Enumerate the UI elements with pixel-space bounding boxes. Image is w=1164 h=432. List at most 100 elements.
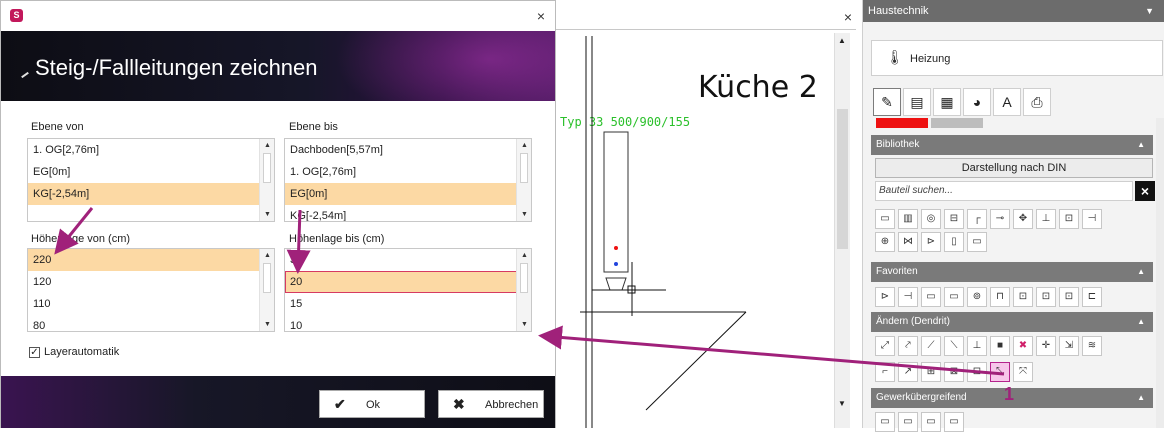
tool-icon[interactable]: ▭: [944, 412, 964, 432]
split-icon[interactable]: ⟋: [921, 336, 941, 356]
list-item[interactable]: 1. OG[2,76m]: [285, 161, 531, 183]
list-item[interactable]: 10: [285, 315, 531, 331]
list-item[interactable]: EG[0m]: [28, 161, 274, 183]
list-item[interactable]: 15: [285, 293, 531, 315]
color-swatch-gray[interactable]: [931, 118, 983, 128]
section-bibliothek[interactable]: Bibliothek ▲: [871, 135, 1153, 155]
din-display-button[interactable]: Darstellung nach DIN: [875, 158, 1153, 178]
rectangle-symbol-icon[interactable]: ▭: [967, 232, 987, 252]
collapse-icon[interactable]: ▲: [1137, 312, 1145, 332]
discipline-select[interactable]: 🌡 Heizung: [871, 40, 1163, 76]
extend-line-icon[interactable]: ⤢: [875, 336, 895, 356]
add-segment-icon[interactable]: ⊞: [921, 362, 941, 382]
connect-icon[interactable]: ⤤: [898, 336, 918, 356]
valve-symbol-icon[interactable]: ⊸: [990, 209, 1010, 229]
text-style-icon[interactable]: A: [993, 88, 1021, 116]
calculator-icon[interactable]: ▦: [933, 88, 961, 116]
search-clear-icon[interactable]: ×: [1135, 181, 1155, 201]
reducer-symbol-icon[interactable]: ⊳: [875, 287, 895, 307]
tank-symbol-icon[interactable]: ⊡: [1013, 287, 1033, 307]
delete-icon[interactable]: ✖: [1013, 336, 1033, 356]
end-cap-symbol-icon[interactable]: ⊣: [1082, 209, 1102, 229]
list-item-selected[interactable]: 20: [285, 271, 531, 293]
hoehe-von-scrollbar[interactable]: ▲ ▼: [259, 249, 274, 331]
dialog-close-icon[interactable]: ×: [537, 8, 545, 24]
scroll-down-icon[interactable]: ▼: [838, 399, 846, 408]
bend-icon[interactable]: ⌐: [875, 362, 895, 382]
end-cap-symbol-icon[interactable]: ⊣: [898, 287, 918, 307]
fitting-symbol-icon[interactable]: ⊓: [990, 287, 1010, 307]
list-item[interactable]: 80: [28, 315, 274, 331]
canvas-vertical-scrollbar[interactable]: ▲ ▼: [834, 33, 850, 428]
rectangle-symbol-icon[interactable]: ▭: [921, 287, 941, 307]
elbow-symbol-icon[interactable]: ┌: [967, 209, 987, 229]
pump-symbol-icon[interactable]: ◎: [921, 209, 941, 229]
cancel-button[interactable]: ✖ Abbrechen: [438, 390, 544, 418]
boiler-symbol-icon[interactable]: ⊟: [944, 209, 964, 229]
reducer-symbol-icon[interactable]: ⊳: [921, 232, 941, 252]
list-item-selected[interactable]: KG[-2,54m]: [28, 183, 274, 205]
layerautomatik-checkbox[interactable]: ✓: [29, 347, 40, 358]
scroll-thumb[interactable]: [837, 109, 848, 249]
panel-menu-icon[interactable]: ▼: [1145, 0, 1154, 22]
section-aendern[interactable]: Ändern (Dendrit) ▲: [871, 312, 1153, 332]
scale-icon[interactable]: ⤧: [1013, 362, 1033, 382]
collapse-icon[interactable]: ▲: [1137, 135, 1145, 155]
plug-symbol-icon[interactable]: ⊏: [1082, 287, 1102, 307]
cross-symbol-icon[interactable]: ⋈: [898, 232, 918, 252]
distributor-symbol-icon[interactable]: ⊥: [1036, 209, 1056, 229]
list-item[interactable]: 1. OG[2,76m]: [28, 139, 274, 161]
list-item[interactable]: 110: [28, 293, 274, 315]
tank-symbol-icon[interactable]: ⊡: [1059, 287, 1079, 307]
cylinder-symbol-icon[interactable]: ▯: [944, 232, 964, 252]
list-item[interactable]: Dachboden[5,57m]: [285, 139, 531, 161]
insert-icon[interactable]: ■: [990, 336, 1010, 356]
tool-icon[interactable]: ▭: [898, 412, 918, 432]
radiator-symbol-icon[interactable]: ▭: [944, 287, 964, 307]
list-icon[interactable]: ▤: [903, 88, 931, 116]
printer-icon[interactable]: ⎙: [1023, 88, 1051, 116]
list-item[interactable]: 30: [285, 249, 531, 271]
radiator-symbol-icon[interactable]: ▭: [875, 209, 895, 229]
cad-canvas[interactable]: × Küche 2 Typ 33 500/900/155 ▲ ▼: [556, 0, 856, 428]
ebene-von-scrollbar[interactable]: ▲ ▼: [259, 139, 274, 221]
tool-icon[interactable]: ▭: [875, 412, 895, 432]
ebene-bis-list[interactable]: Dachboden[5,57m] 1. OG[2,76m] EG[0m] KG[…: [284, 138, 532, 222]
scroll-up-icon[interactable]: ▲: [838, 36, 846, 45]
list-item-selected[interactable]: 220: [28, 249, 274, 271]
mixer-symbol-icon[interactable]: ✥: [1013, 209, 1033, 229]
move-icon[interactable]: ✛: [1036, 336, 1056, 356]
gauge-symbol-icon[interactable]: ⊚: [967, 287, 987, 307]
ebene-von-list[interactable]: 1. OG[2,76m] EG[0m] KG[-2,54m] ▲ ▼: [27, 138, 275, 222]
component-search-input[interactable]: Bauteil suchen...: [875, 181, 1133, 201]
list-item[interactable]: 120: [28, 271, 274, 293]
collapse-icon[interactable]: ▲: [1137, 262, 1145, 282]
ebene-bis-scrollbar[interactable]: ▲ ▼: [516, 139, 531, 221]
tank-symbol-icon[interactable]: ⊡: [1036, 287, 1056, 307]
offset-icon[interactable]: ≋: [1082, 336, 1102, 356]
tank-symbol-icon[interactable]: ⊡: [1059, 209, 1079, 229]
trim-icon[interactable]: ⊟: [967, 362, 987, 382]
meter-symbol-icon[interactable]: ⊕: [875, 232, 895, 252]
break-icon[interactable]: ⊠: [944, 362, 964, 382]
tool-icon[interactable]: ▭: [921, 412, 941, 432]
grille-symbol-icon[interactable]: ▥: [898, 209, 918, 229]
hoehe-bis-scrollbar[interactable]: ▲ ▼: [516, 249, 531, 331]
color-swatch-red[interactable]: [876, 118, 928, 128]
panel-scrollbar[interactable]: [1156, 118, 1164, 428]
hoehe-von-list[interactable]: 220 120 110 80 ▲ ▼: [27, 248, 275, 332]
ok-button[interactable]: ✔ Ok: [319, 390, 425, 418]
riser-tool-icon[interactable]: ⤡: [990, 362, 1010, 382]
align-icon[interactable]: ⇲: [1059, 336, 1079, 356]
join-icon[interactable]: ⟍: [944, 336, 964, 356]
list-item-selected[interactable]: EG[0m]: [285, 183, 531, 205]
collapse-icon[interactable]: ▲: [1137, 388, 1145, 408]
draw-pipe-icon[interactable]: ↗: [898, 362, 918, 382]
section-favoriten[interactable]: Favoriten ▲: [871, 262, 1153, 282]
canvas-close-icon[interactable]: ×: [844, 9, 852, 25]
list-item[interactable]: KG[-2,54m]: [285, 205, 531, 221]
pie-chart-icon[interactable]: ◕: [963, 88, 991, 116]
tee-icon[interactable]: ⊥: [967, 336, 987, 356]
hoehe-bis-list[interactable]: 30 20 15 10 ▲ ▼: [284, 248, 532, 332]
pencil-icon[interactable]: ✎: [873, 88, 901, 116]
